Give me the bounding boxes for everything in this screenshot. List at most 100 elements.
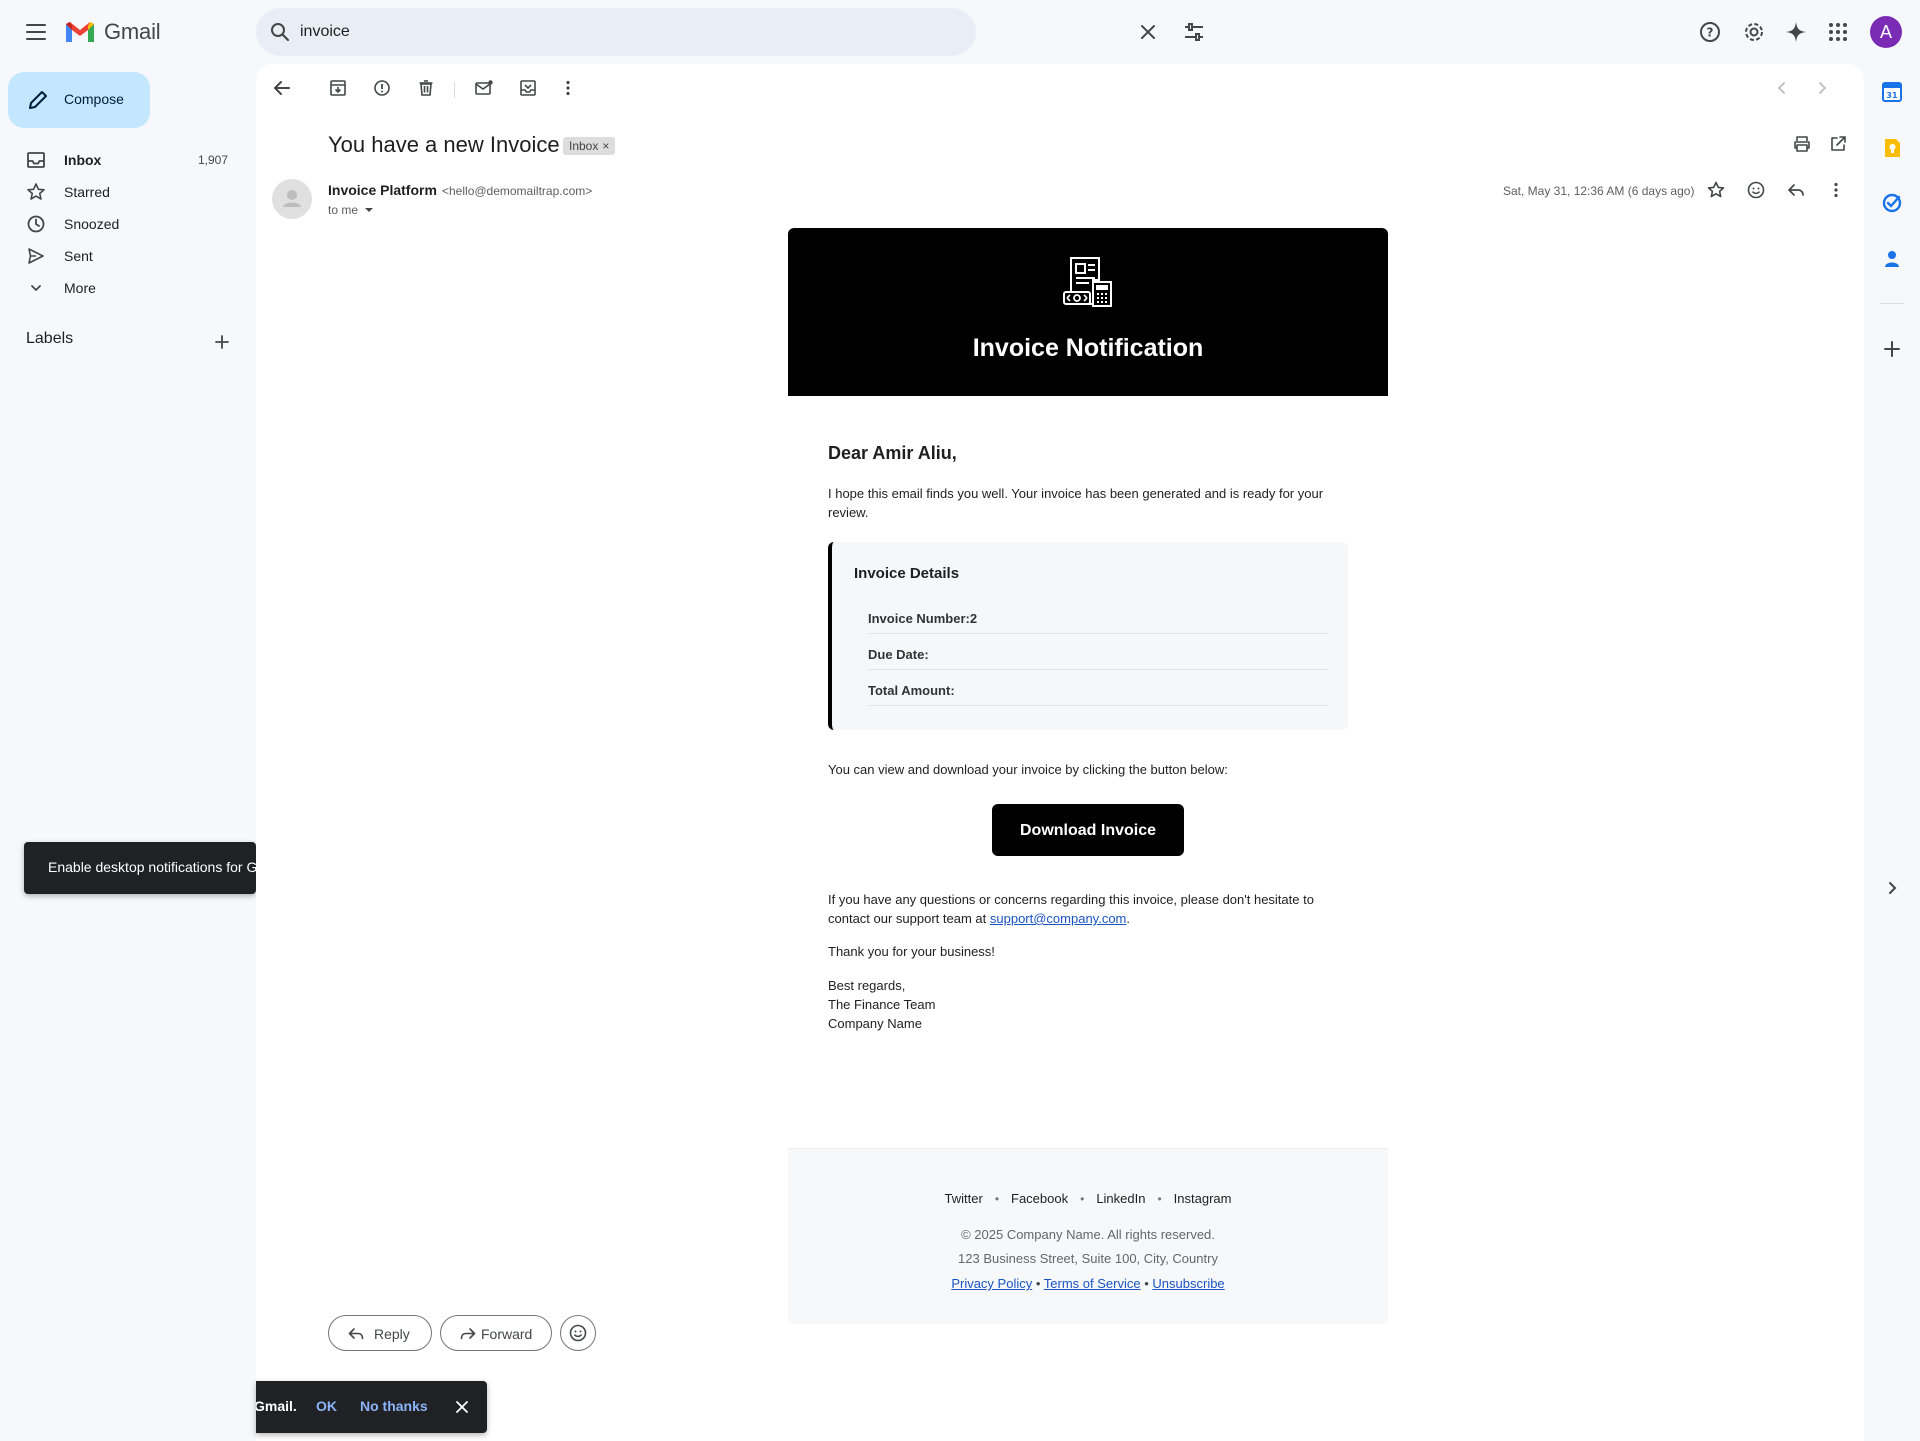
questions-paragraph: If you have any questions or concerns re… (828, 890, 1348, 928)
keep-icon[interactable] (1880, 136, 1904, 160)
account-avatar[interactable]: A (1870, 16, 1902, 48)
sidebar-item-inbox[interactable]: Inbox 1,907 (0, 144, 240, 176)
message-more-options-icon[interactable] (1824, 178, 1848, 202)
clock-icon (26, 214, 46, 234)
thanks-text: Thank you for your business! (828, 944, 995, 959)
search-input[interactable] (300, 16, 840, 48)
remove-label-icon[interactable]: × (602, 139, 609, 153)
inbox-label-chip[interactable]: Inbox × (563, 137, 616, 155)
reply-label: Reply (374, 1326, 410, 1342)
sidebar-item-more[interactable]: More (0, 272, 240, 304)
separator-dot: • (1080, 1191, 1085, 1206)
chevron-down-icon (26, 278, 46, 298)
create-label-plus-icon[interactable] (212, 332, 232, 352)
labels-section-header: Labels (26, 330, 229, 354)
forward-icon (460, 1328, 476, 1340)
search-icon[interactable] (268, 20, 292, 44)
star-message-icon[interactable] (1704, 178, 1728, 202)
social-link-twitter[interactable]: Twitter (945, 1191, 983, 1206)
expand-side-panel-chevron-icon[interactable] (1880, 876, 1904, 900)
tasks-icon[interactable] (1880, 191, 1904, 215)
react-emoji-button[interactable] (560, 1315, 596, 1351)
sidebar-item-sent[interactable]: Sent (0, 240, 240, 272)
unread-count: 1,907 (197, 153, 228, 167)
svg-text:31: 31 (1886, 91, 1898, 100)
label-chip-text: Inbox (569, 139, 599, 153)
gemini-sparkle-icon[interactable] (1784, 20, 1808, 44)
privacy-policy-link[interactable]: Privacy Policy (951, 1276, 1032, 1291)
settings-icon[interactable] (1742, 20, 1766, 44)
forward-button[interactable]: Forward (440, 1315, 552, 1351)
trash-icon[interactable] (414, 76, 438, 100)
social-link-linkedin[interactable]: LinkedIn (1096, 1191, 1145, 1206)
message-date: Sat, May 31, 12:36 AM (6 days ago) (1503, 184, 1695, 198)
main-menu-icon[interactable] (16, 12, 56, 52)
message-pane: You have a new Invoice Inbox × Invoice P… (256, 64, 1864, 1441)
sidebar-item-label: Sent (64, 248, 93, 264)
app-name: Gmail (104, 19, 161, 44)
open-in-new-window-icon[interactable] (1826, 132, 1850, 156)
reply-button[interactable]: Reply (328, 1315, 432, 1351)
apps-grid-icon[interactable] (1826, 20, 1850, 44)
clear-search-icon[interactable] (1136, 20, 1160, 44)
more-options-vertical-icon[interactable] (556, 76, 580, 100)
search-options-icon[interactable] (1182, 20, 1206, 44)
inbox-icon (26, 150, 46, 170)
sidebar-item-label: Snoozed (64, 216, 120, 232)
newer-chevron-left-icon[interactable] (1770, 76, 1794, 100)
mark-unread-icon[interactable] (472, 76, 496, 100)
sender-avatar[interactable] (272, 179, 312, 219)
download-prompt: You can view and download your invoice b… (828, 762, 1228, 777)
reply-icon (348, 1328, 364, 1340)
unsubscribe-link[interactable]: Unsubscribe (1152, 1276, 1224, 1291)
intro-paragraph: I hope this email finds you well. Your i… (828, 486, 1324, 520)
snackbar-ok-button[interactable]: OK (316, 1398, 337, 1414)
search-bar (256, 8, 1203, 56)
star-icon (26, 182, 46, 202)
report-spam-icon[interactable] (370, 76, 394, 100)
snackbar-no-thanks-button[interactable]: No thanks (360, 1398, 428, 1414)
snooze-move-icon[interactable] (516, 76, 540, 100)
address-text: 123 Business Street, Suite 100, City, Co… (958, 1251, 1218, 1266)
social-link-facebook[interactable]: Facebook (1011, 1191, 1068, 1206)
invoice-details-box: Invoice Details Invoice Number:2 Due Dat… (828, 542, 1348, 730)
pencil-icon (29, 91, 47, 109)
sidebar-item-label: More (64, 280, 96, 296)
back-arrow-icon[interactable] (270, 76, 294, 100)
support-email-link[interactable]: support@company.com (990, 911, 1127, 926)
sender-name[interactable]: Invoice Platform (328, 182, 437, 198)
calendar-icon[interactable]: 31 (1880, 80, 1904, 104)
older-chevron-right-icon[interactable] (1810, 76, 1834, 100)
invoice-details-title: Invoice Details (854, 565, 960, 582)
copyright-text: © 2025 Company Name. All rights reserved… (961, 1227, 1215, 1242)
gmail-m-icon (66, 22, 94, 42)
emoji-icon (569, 1324, 587, 1342)
snackbar-close-icon[interactable] (452, 1397, 472, 1417)
top-bar: Gmail ? A (0, 0, 1920, 64)
help-icon[interactable]: ? (1698, 20, 1722, 44)
compose-button[interactable]: Compose (8, 72, 150, 128)
gmail-logo[interactable]: Gmail (64, 16, 161, 48)
recipient-text: to me (328, 203, 359, 217)
social-link-instagram[interactable]: Instagram (1174, 1191, 1232, 1206)
add-addon-plus-icon[interactable] (1880, 337, 1904, 361)
download-invoice-button[interactable]: Download Invoice (992, 804, 1184, 856)
sidebar-item-label: Starred (64, 184, 110, 200)
recipients-dropdown[interactable]: to me (328, 203, 374, 217)
detail-label: Total Amount: (868, 683, 955, 698)
sidebar-item-snoozed[interactable]: Snoozed (0, 208, 240, 240)
signature-line: Company Name (828, 1016, 922, 1031)
detail-label: Due Date: (868, 647, 929, 662)
side-panel-divider (1880, 303, 1904, 304)
reply-arrow-icon[interactable] (1784, 178, 1808, 202)
email-subject: You have a new Invoice (328, 132, 560, 157)
print-icon[interactable] (1790, 132, 1814, 156)
add-reaction-emoji-icon[interactable] (1744, 178, 1768, 202)
contacts-icon[interactable] (1880, 247, 1904, 271)
detail-row-due-date: Due Date: (868, 634, 1328, 670)
email-banner: Invoice Notification (788, 228, 1388, 396)
terms-of-service-link[interactable]: Terms of Service (1044, 1276, 1141, 1291)
desktop-notification-text: Enable desktop notifications for Gmail. (48, 859, 256, 875)
sidebar-item-starred[interactable]: Starred (0, 176, 240, 208)
archive-icon[interactable] (326, 76, 350, 100)
